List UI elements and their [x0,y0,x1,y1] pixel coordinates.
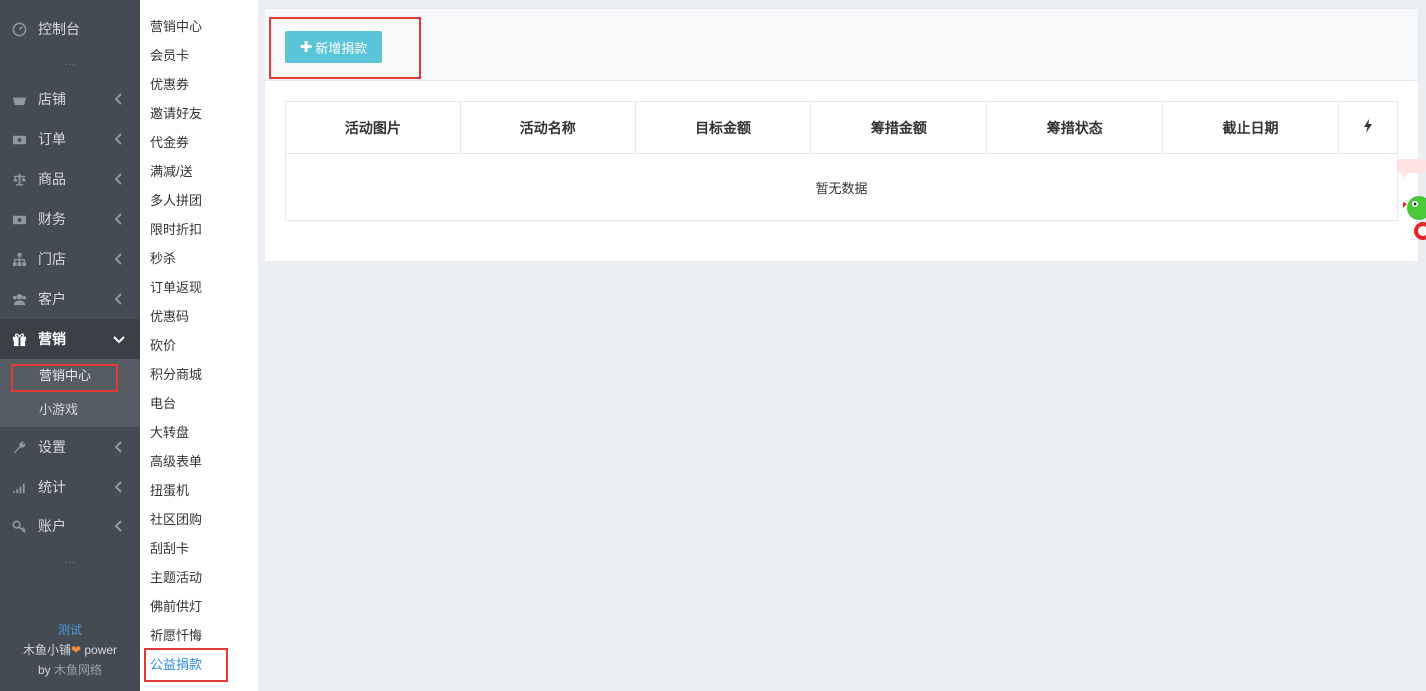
donation-table: 活动图片 活动名称 目标金额 筹措金额 筹措状态 截止日期 暂无数据 [285,101,1399,221]
basket-icon [11,91,27,107]
chevron-left-icon [112,252,126,266]
sidebar-item-label: 店铺 [38,91,66,107]
sidebar-item-account[interactable]: 账户 [0,506,140,546]
sidebar-item-label: 营销 [38,331,66,347]
submenu-item[interactable]: 邀请好友 [150,103,202,122]
dashboard-icon [11,21,27,37]
main-sidebar: 控制台 ... 店铺 订单 商品 财务 门店 客户 营销 营销中心 小游戏 设置… [0,0,140,691]
submenu-item[interactable]: 会员卡 [150,45,189,64]
column-header: 活动图片 [285,101,461,154]
test-link[interactable]: 测试 [0,620,140,640]
sitemap-icon [11,251,27,267]
gift-icon [11,331,27,347]
sidebar-item-dashboard[interactable]: 控制台 [0,9,140,49]
money-icon [11,131,27,147]
cash-icon [11,211,27,227]
sidebar-subitem-marketing-center[interactable]: 营销中心 [0,359,140,393]
sidebar-item-label: 财务 [38,211,66,227]
submenu-item[interactable]: 订单返现 [150,277,202,296]
sidebar-item-label: 商品 [38,171,66,187]
submenu-item[interactable]: 代金券 [150,132,189,151]
sidebar-separator: ... [64,57,76,68]
sidebar-item-label: 控制台 [38,21,80,37]
column-header: 目标金额 [634,101,812,154]
actions-column-header [1337,101,1399,154]
sidebar-footer: 测试 木鱼小铺❤ power by 木鱼网络 [0,620,140,680]
chevron-left-icon [112,212,126,226]
submenu-item[interactable]: 积分商城 [150,364,202,383]
sidebar-item-label: 统计 [38,479,66,495]
chevron-left-icon [112,440,126,454]
add-donation-label: 新增捐款 [315,40,368,56]
chevron-left-icon [112,92,126,106]
sidebar-item-finance[interactable]: 财务 [0,199,140,239]
column-header: 活动名称 [459,101,636,154]
by-line: by 木鱼网络 [37,663,103,677]
content-panel: ✚ 新增捐款 活动图片 活动名称 目标金额 筹措金额 筹措状态 截止日期 暂无数… [265,9,1418,261]
chevron-left-icon [112,519,126,533]
table-row-empty: 暂无数据 [285,153,1398,221]
sidebar-item-products[interactable]: 商品 [0,159,140,199]
floating-help-widget[interactable] [1395,156,1426,251]
sidebar-item-label: 客户 [38,291,66,307]
submenu-item[interactable]: 砍价 [150,335,176,354]
chevron-left-icon [112,292,126,306]
marketing-submenu: 营销中心 会员卡 优惠券 邀请好友 代金券 满减/送 多人拼团 限时折扣 秒杀 … [140,0,259,691]
submenu-item[interactable]: 优惠码 [150,306,189,325]
heart-icon: ❤ [70,643,82,657]
submenu-item[interactable]: 扭蛋机 [150,480,189,499]
submenu-item[interactable]: 大转盘 [150,422,189,441]
add-donation-button[interactable]: ✚ 新增捐款 [285,31,382,63]
submenu-item[interactable]: 高级表单 [150,451,202,470]
sidebar-item-statistics[interactable]: 统计 [0,467,140,507]
sidebar-item-shop[interactable]: 店铺 [0,79,140,119]
sidebar-item-label: 账户 [38,518,66,534]
wrench-icon [11,439,27,455]
chevron-left-icon [112,172,126,186]
submenu-item[interactable]: 社区团购 [150,509,202,528]
scale-icon [11,171,27,187]
submenu-item[interactable]: 限时折扣 [150,219,202,238]
lightning-icon [1363,119,1372,133]
submenu-item[interactable]: 祈愿忏悔 [150,625,202,644]
brand-line: 木鱼小铺❤ power [22,643,118,657]
plus-icon: ✚ [299,39,313,56]
submenu-item[interactable]: 优惠券 [150,74,189,93]
submenu-item[interactable]: 多人拼团 [150,190,202,209]
column-header: 筹措金额 [810,101,988,154]
column-header: 筹措状态 [986,101,1164,154]
sidebar-item-marketing[interactable]: 营销 [0,319,140,359]
empty-state-text: 暂无数据 [285,153,1398,221]
sidebar-item-customers[interactable]: 客户 [0,279,140,319]
signal-icon [11,479,27,495]
sidebar-item-label: 设置 [38,439,66,455]
sidebar-subitem-mini-games[interactable]: 小游戏 [0,393,140,427]
chevron-left-icon [112,480,126,494]
sidebar-separator: ... [64,555,76,566]
toolbar: ✚ 新增捐款 [265,9,1418,81]
table-header-row: 活动图片 活动名称 目标金额 筹措金额 筹措状态 截止日期 [285,101,1399,154]
submenu-item[interactable]: 秒杀 [150,248,176,267]
submenu-item[interactable]: 营销中心 [150,16,202,35]
sidebar-item-label: 订单 [38,131,66,147]
chevron-left-icon [112,132,126,146]
sidebar-item-orders[interactable]: 订单 [0,119,140,159]
sidebar-item-settings[interactable]: 设置 [0,427,140,467]
submenu-item-current[interactable]: 公益捐款 [150,654,202,673]
chevron-down-icon [112,332,126,346]
submenu-item[interactable]: 佛前供灯 [150,596,202,615]
submenu-item[interactable]: 电台 [150,393,176,412]
column-header: 截止日期 [1162,101,1339,154]
submenu-item[interactable]: 刮刮卡 [150,538,189,557]
mascot-icon [1397,159,1426,240]
users-icon [11,291,27,307]
key-icon [11,518,27,534]
submenu-item[interactable]: 主题活动 [150,567,202,586]
submenu-item[interactable]: 满减/送 [150,161,193,180]
sidebar-item-label: 门店 [38,251,66,267]
sidebar-item-stores[interactable]: 门店 [0,239,140,279]
